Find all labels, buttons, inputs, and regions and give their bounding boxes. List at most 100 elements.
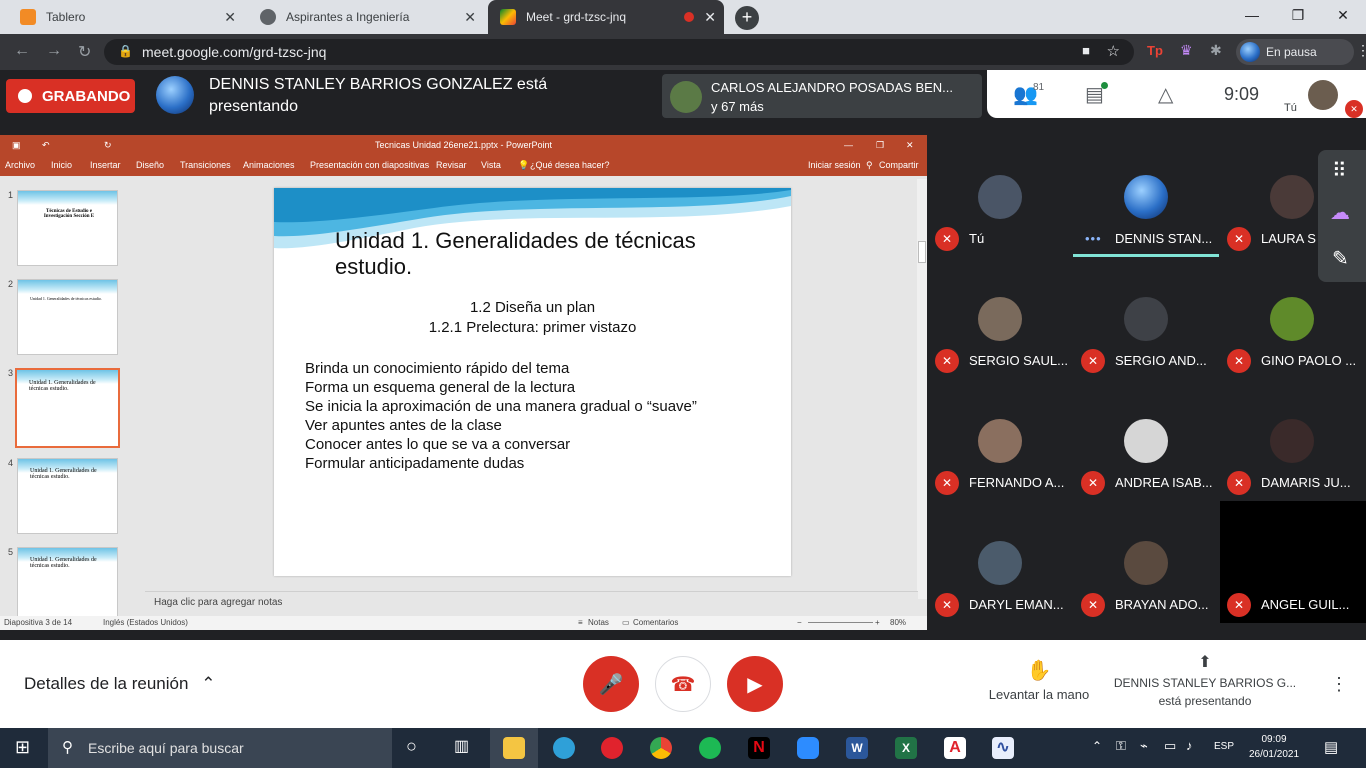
minimize-window-button[interactable]: — [1229, 0, 1275, 30]
forward-icon[interactable]: → [46, 42, 62, 60]
language-indicator[interactable]: Inglés (Estados Unidos) [103, 618, 188, 627]
browser-tab-meet[interactable]: Meet - grd-tzsc-jnq ✕ [488, 0, 724, 34]
close-tab-icon[interactable]: ✕ [224, 9, 236, 26]
language-indicator[interactable]: ESP [1214, 741, 1234, 752]
ribbon-tab-insertar[interactable]: Insertar [90, 160, 121, 170]
ppt-restore-button[interactable]: ❐ [876, 135, 884, 156]
cortana-icon[interactable]: ○ [406, 736, 417, 757]
browser-tab-tablero[interactable]: Tablero ✕ [8, 0, 244, 34]
zoom-icon[interactable] [797, 737, 819, 759]
participant-tile[interactable]: ✕ DAMARIS JU... [1219, 379, 1365, 501]
participant-tile[interactable]: ✕ BRAYAN ADO... [1073, 501, 1219, 623]
tray-volume-icon[interactable]: ♪ [1186, 738, 1193, 753]
excel-icon[interactable]: X [895, 737, 917, 759]
camera-icon[interactable]: ■ [1082, 43, 1090, 58]
star-icon[interactable]: ☆ [1107, 42, 1120, 60]
tray-battery-icon[interactable]: ▭ [1164, 738, 1176, 754]
chrome-icon[interactable] [650, 737, 672, 759]
presentation-info-button[interactable]: ⬆ DENNIS STANLEY BARRIOS G... está prese… [1108, 654, 1302, 710]
app-a-icon[interactable]: A [944, 737, 966, 759]
file-explorer-icon[interactable] [503, 737, 525, 759]
meeting-details-button[interactable]: Detalles de la reunión ⌃ [24, 674, 215, 694]
leave-call-button[interactable]: ☎ [655, 656, 711, 712]
extension-icon[interactable]: Tp [1147, 43, 1163, 58]
ribbon-tab-transiciones[interactable]: Transiciones [180, 160, 231, 170]
slide-thumbnail-2[interactable]: Unidad 1. Generalidades de técnicas estu… [17, 279, 118, 355]
camera-toggle-button[interactable]: ▶ [727, 656, 783, 712]
ribbon-tab-vista[interactable]: Vista [481, 160, 501, 170]
slide-canvas[interactable]: Unidad 1. Generalidades de técnicas estu… [274, 188, 791, 576]
notes-toggle[interactable]: Notas [588, 618, 609, 627]
zoom-slider[interactable] [808, 622, 873, 623]
extension-crown-icon[interactable]: ♛ [1180, 42, 1193, 59]
redo-icon[interactable]: ↻ [104, 135, 112, 156]
restore-window-button[interactable]: ❐ [1275, 0, 1321, 30]
activities-icon[interactable]: △ [1158, 82, 1173, 107]
share-icon[interactable]: ⚲ [866, 160, 873, 171]
effects-icon[interactable]: ☁ [1330, 200, 1350, 225]
slide-thumbnail-3-selected[interactable]: Unidad 1. Generalidades de técnicas estu… [15, 368, 120, 448]
reload-icon[interactable]: ↻ [78, 42, 91, 62]
slide-thumbnail-1[interactable]: Técnicas de Estudio e Investigación Secc… [17, 190, 118, 266]
ppt-close-button[interactable]: ✕ [906, 135, 914, 156]
undo-icon[interactable]: ↶ [42, 135, 50, 156]
signin-link[interactable]: Iniciar sesión [808, 160, 861, 170]
tray-expand-icon[interactable]: ⌃ [1092, 739, 1102, 753]
ribbon-tab-inicio[interactable]: Inicio [51, 160, 72, 170]
zoom-level[interactable]: 80% [890, 618, 906, 627]
taskbar-search[interactable]: ⚲ Escribe aquí para buscar [48, 728, 392, 768]
participant-tile[interactable]: ✕ ANGEL GUIL... [1219, 501, 1366, 623]
participant-tile[interactable]: ✕ SERGIO SAUL... [927, 257, 1073, 379]
share-button[interactable]: Compartir [879, 160, 919, 170]
address-bar[interactable]: 🔒 meet.google.com/grd-tzsc-jnq ■ ☆ [104, 39, 1134, 65]
recording-button[interactable]: GRABANDO [6, 79, 135, 113]
tell-me-search[interactable]: ¿Qué desea hacer? [530, 160, 610, 170]
task-view-icon[interactable]: ▥ [454, 736, 469, 756]
ribbon-tab-archivo[interactable]: Archivo [5, 160, 35, 170]
close-tab-icon[interactable]: ✕ [464, 9, 476, 26]
close-window-button[interactable]: ✕ [1320, 0, 1366, 30]
tray-security-icon[interactable]: ⚿ [1116, 738, 1126, 754]
close-tab-icon[interactable]: ✕ [704, 9, 716, 26]
netflix-icon[interactable]: N [748, 737, 770, 759]
spotify-icon[interactable] [699, 737, 721, 759]
zoom-in-icon[interactable]: + [875, 618, 880, 627]
notification-center-icon[interactable]: ▤ [1324, 738, 1338, 756]
participant-tile[interactable]: ✕ ANDREA ISAB... [1073, 379, 1219, 501]
ribbon-tab-presentacion[interactable]: Presentación con diapositivas [310, 160, 429, 170]
puzzle-icon[interactable]: ✱ [1210, 42, 1222, 59]
tray-clock[interactable]: 09:09 26/01/2021 [1246, 732, 1302, 762]
graph-app-icon[interactable]: ∿ [992, 737, 1014, 759]
edge-icon[interactable] [553, 737, 575, 759]
back-icon[interactable]: ← [14, 42, 30, 60]
browser-tab-aspirantes[interactable]: Aspirantes a Ingeniería ✕ [248, 0, 484, 34]
windows-start-icon[interactable]: ⊞ [15, 737, 30, 758]
scrollbar-thumb[interactable] [918, 241, 926, 263]
word-icon[interactable]: W [846, 737, 868, 759]
comments-toggle[interactable]: Comentarios [633, 618, 678, 627]
menu-icon[interactable]: ⋮ [1356, 42, 1366, 59]
raise-hand-button[interactable]: ✋ Levantar la mano [984, 658, 1094, 702]
whiteboard-pen-icon[interactable]: ✎ [1332, 246, 1349, 271]
participant-tile[interactable]: ✕ FERNANDO A... [927, 379, 1073, 501]
slide-thumbnail-5[interactable]: Unidad 1. Generalidades de técnicas estu… [17, 547, 118, 617]
ribbon-tab-diseno[interactable]: Diseño [136, 160, 164, 170]
ribbon-tab-revisar[interactable]: Revisar [436, 160, 467, 170]
grid-apps-icon[interactable]: ⠿ [1332, 158, 1347, 183]
zoom-out-icon[interactable]: − [797, 618, 802, 627]
profile-button[interactable]: En pausa [1236, 39, 1354, 65]
ppt-minimize-button[interactable]: — [844, 135, 853, 156]
more-options-icon[interactable]: ⋮ [1330, 674, 1348, 695]
tray-network-icon[interactable]: ⌁ [1140, 738, 1148, 754]
ribbon-tab-animaciones[interactable]: Animaciones [243, 160, 295, 170]
slide-thumbnail-4[interactable]: Unidad 1. Generalidades de técnicas estu… [17, 458, 118, 534]
participant-tile[interactable]: ✕ DARYL EMAN... [927, 501, 1073, 623]
new-tab-button[interactable]: + [735, 6, 759, 30]
participant-tile-presenter[interactable]: ••• DENNIS STAN... [1073, 135, 1219, 257]
slide-scrollbar[interactable] [917, 179, 927, 599]
save-icon[interactable]: ▣ [12, 135, 21, 156]
participant-tile[interactable]: ✕ Tú [927, 135, 1073, 257]
opera-icon[interactable] [601, 737, 623, 759]
mic-toggle-button[interactable]: 🎤 [583, 656, 639, 712]
notes-pane[interactable]: Haga clic para agregar notas [145, 591, 918, 615]
